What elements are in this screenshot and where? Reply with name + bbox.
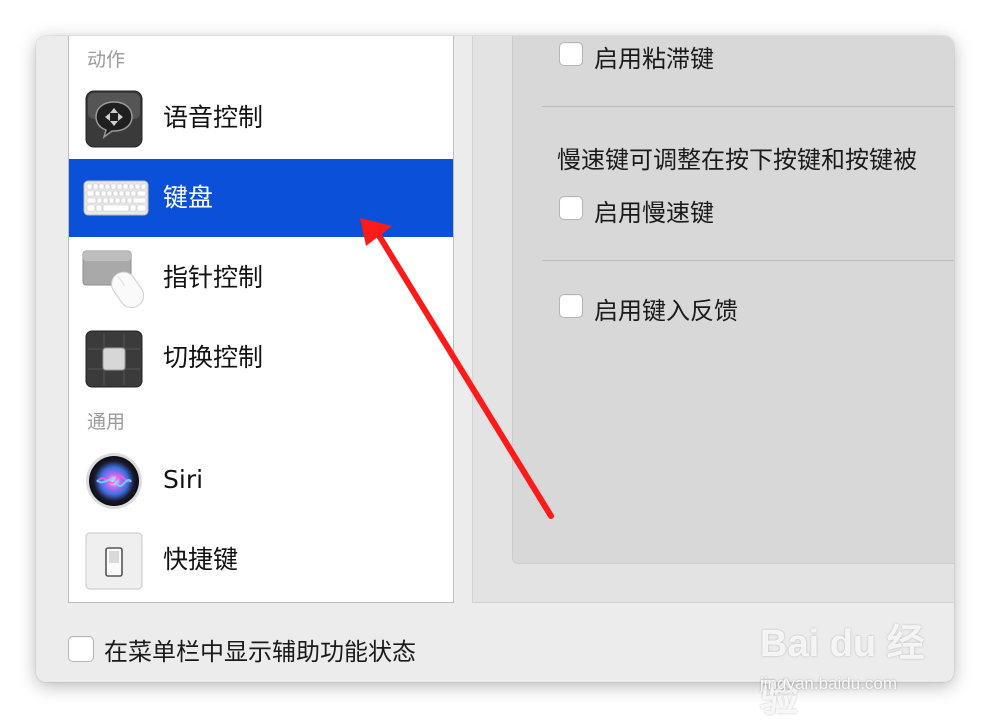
- sidebar-list[interactable]: 动作 语音控制 键盘 指针控制 切换控制 通用 Siri 快捷键: [68, 36, 454, 603]
- pointer-control-icon: [81, 249, 149, 311]
- sidebar-item-label: Siri: [163, 465, 204, 494]
- typing-feedback-label: 启用键入反馈: [594, 297, 738, 325]
- keyboard-icon: [83, 173, 149, 223]
- section-header-action: 动作: [87, 49, 126, 71]
- voice-control-icon: [85, 90, 143, 148]
- slow-keys-description: 慢速键可调整在按下按键和按键被: [557, 146, 917, 174]
- watermark-url: jingyan.baidu.com: [760, 674, 898, 693]
- sidebar-item-pointer-control[interactable]: 指针控制: [69, 239, 453, 317]
- divider: [542, 106, 954, 107]
- slow-keys-label: 启用慢速键: [594, 199, 714, 227]
- divider: [542, 260, 954, 261]
- sticky-keys-label: 启用粘滞键: [594, 45, 714, 73]
- sidebar-item-label: 键盘: [163, 183, 214, 212]
- show-status-label: 在菜单栏中显示辅助功能状态: [104, 638, 416, 666]
- switch-control-icon: [85, 330, 143, 388]
- sidebar-item-label: 指针控制: [163, 263, 264, 292]
- sidebar-item-keyboard[interactable]: 键盘: [69, 159, 453, 237]
- sidebar-item-siri[interactable]: Siri: [69, 441, 453, 519]
- sticky-keys-checkbox[interactable]: [559, 42, 583, 66]
- sidebar-item-switch-control[interactable]: 切换控制: [69, 319, 453, 397]
- sidebar-item-label: 切换控制: [163, 343, 264, 372]
- accessibility-window: 动作 语音控制 键盘 指针控制 切换控制 通用 Siri 快捷键 启用粘滞键 慢…: [36, 36, 954, 682]
- typing-feedback-checkbox[interactable]: [559, 294, 583, 318]
- section-header-general: 通用: [87, 411, 126, 433]
- slow-keys-checkbox[interactable]: [559, 196, 583, 220]
- watermark-brand: Bai du 经验: [760, 623, 925, 720]
- sidebar-item-label: 语音控制: [163, 103, 264, 132]
- sidebar-item-shortcut[interactable]: 快捷键: [69, 521, 453, 599]
- sidebar-item-label: 快捷键: [163, 545, 239, 574]
- watermark: Bai du 经验 jingyan.baidu.com: [760, 612, 940, 720]
- shortcut-icon: [85, 532, 143, 590]
- show-status-checkbox[interactable]: [68, 636, 94, 662]
- siri-icon: [85, 452, 143, 510]
- sidebar-item-voice-control[interactable]: 语音控制: [69, 79, 453, 157]
